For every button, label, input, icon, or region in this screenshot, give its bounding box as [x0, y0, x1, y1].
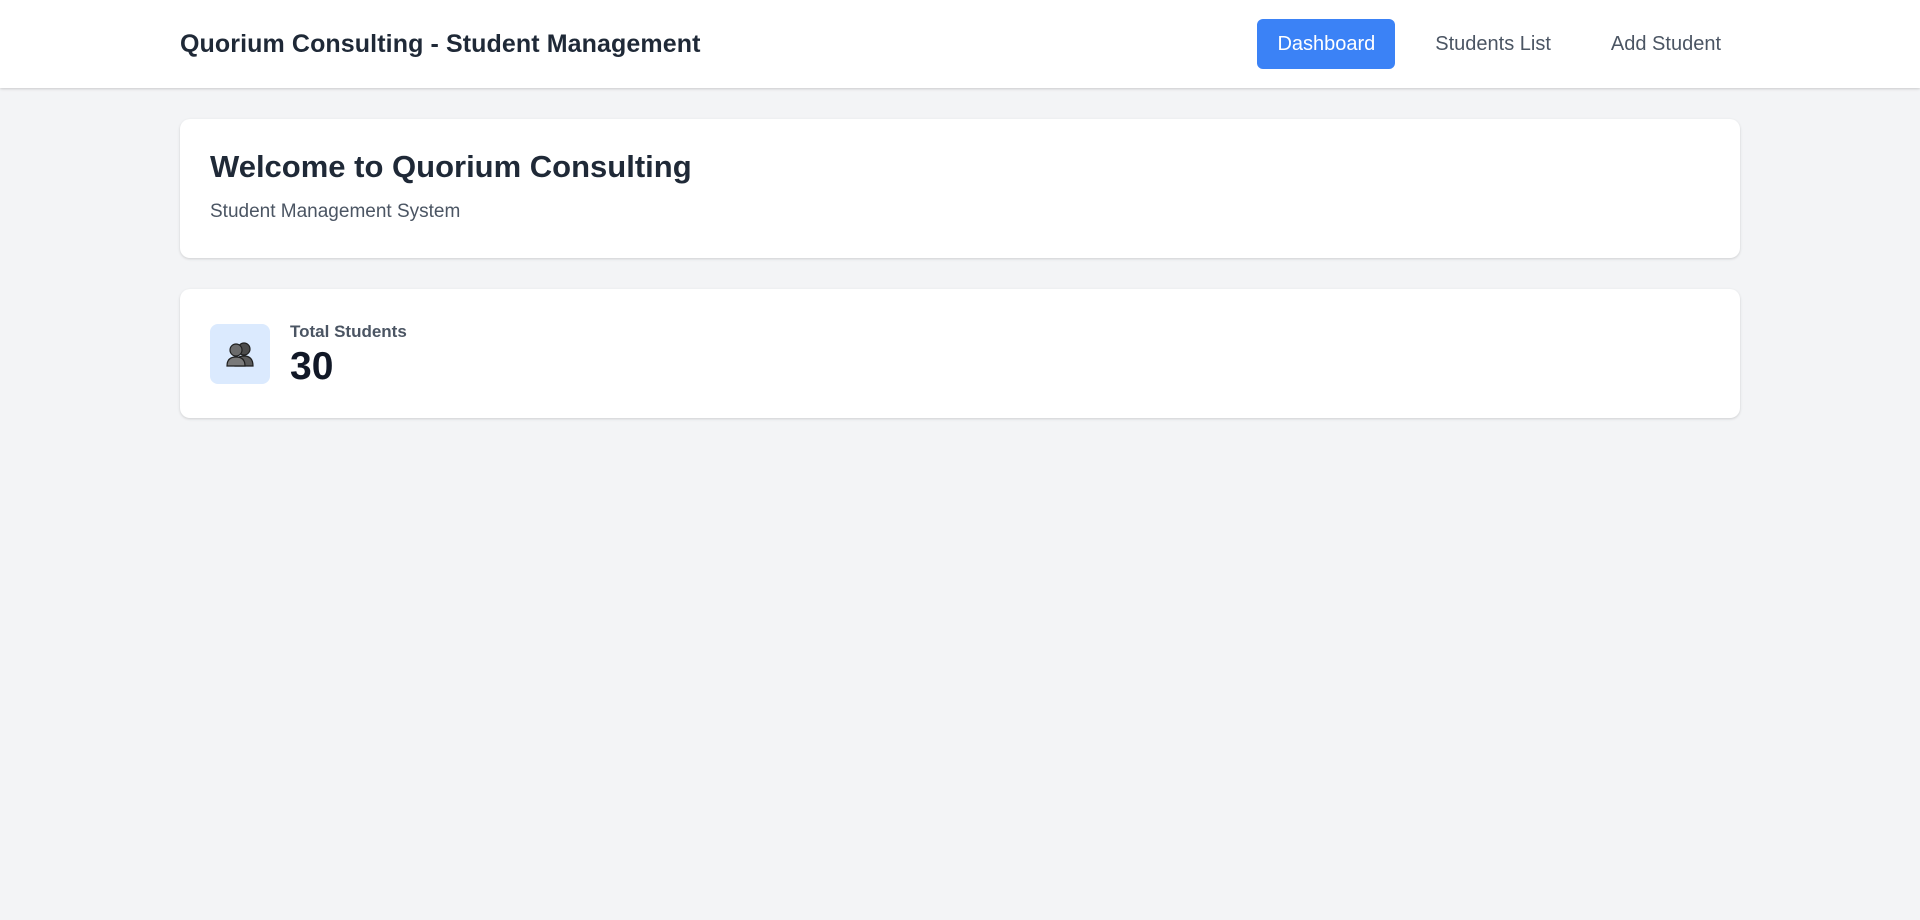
- total-students-value: 30: [290, 345, 334, 388]
- welcome-title: Welcome to Quorium Consulting: [210, 149, 692, 184]
- nav-add-student-link[interactable]: Add Student: [1591, 19, 1741, 69]
- total-students-card: Total Students 30: [180, 289, 1740, 418]
- total-students-label: Total Students: [290, 322, 407, 341]
- welcome-card: Welcome to Quorium Consulting Student Ma…: [180, 119, 1740, 258]
- nav-links: Dashboard Students List Add Student: [1257, 19, 1741, 69]
- top-navbar: Quorium Consulting - Student Management …: [0, 0, 1920, 88]
- students-icon: [210, 324, 270, 384]
- nav-students-list-link[interactable]: Students List: [1415, 19, 1571, 69]
- welcome-subtitle: Student Management System: [210, 201, 461, 222]
- app-title: Quorium Consulting - Student Management: [180, 29, 701, 58]
- nav-dashboard-button[interactable]: Dashboard: [1257, 19, 1396, 69]
- navbar-inner: Quorium Consulting - Student Management …: [180, 0, 1740, 88]
- students-icon-graphic: [226, 342, 254, 367]
